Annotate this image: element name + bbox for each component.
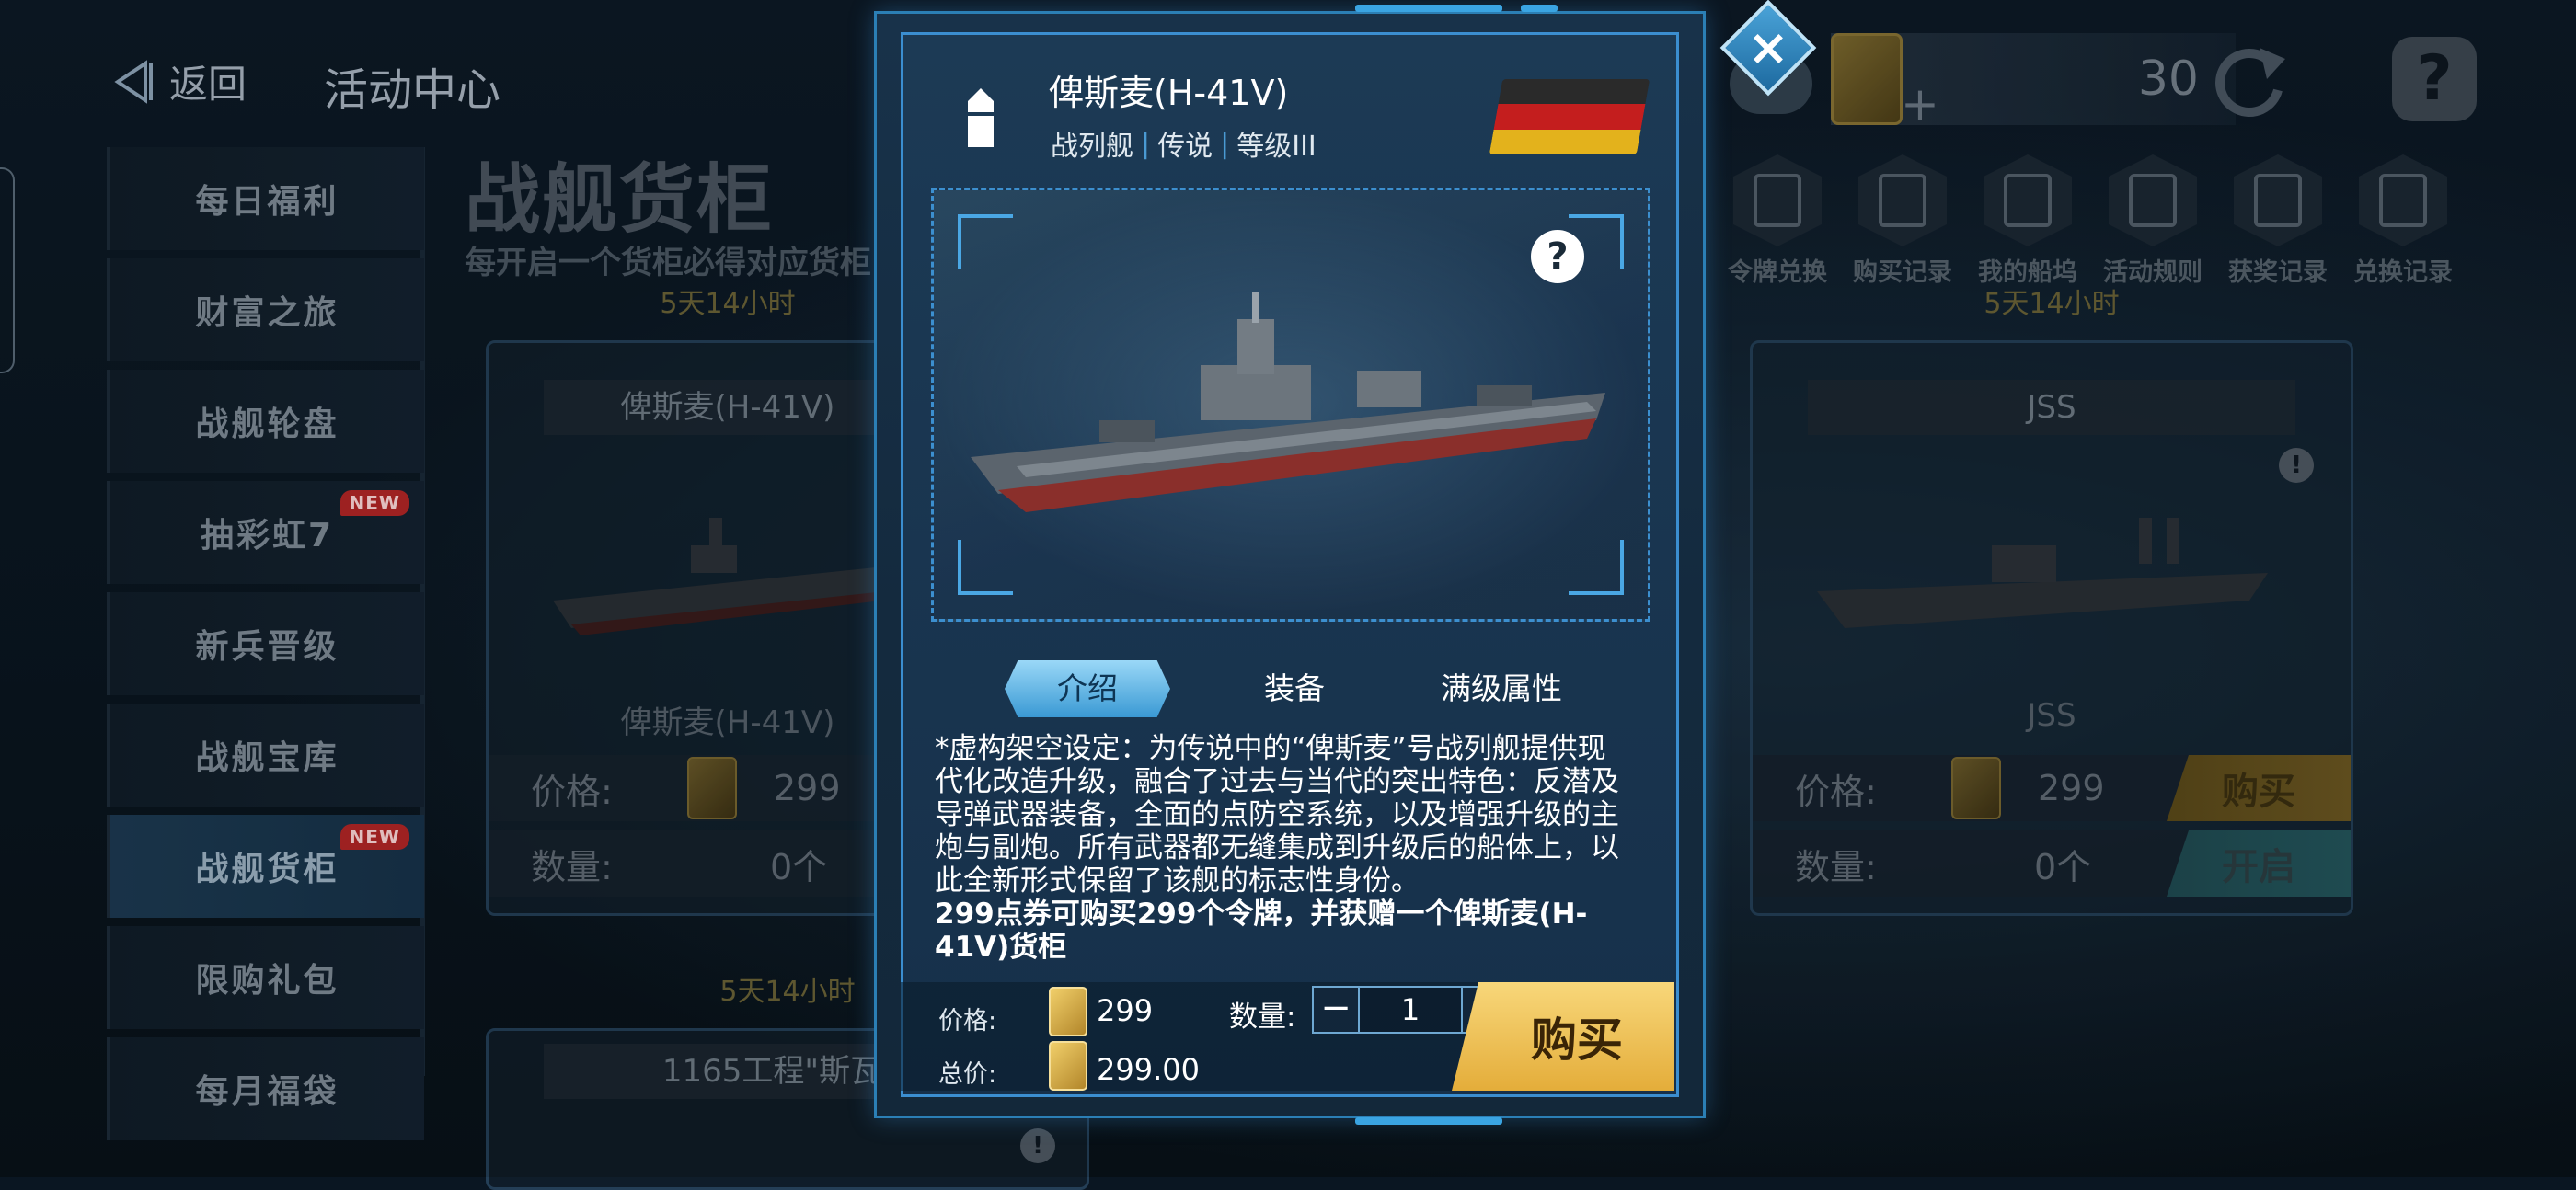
description-text: *虚构架空设定：为传说中的“俾斯麦”号战列舰提供现代化改造升级，融合了过去与当代… <box>935 732 1619 898</box>
offer-text: 299点券可购买299个令牌，并获赠一个俾斯麦(H-41V)货柜 <box>935 898 1588 964</box>
ship-tags: 战列舰 | 传说 | 等级III <box>1051 123 1317 164</box>
frame-decoration <box>1355 1117 1502 1125</box>
corner-bracket <box>958 214 1013 269</box>
token-coin-icon <box>1049 987 1087 1036</box>
corner-bracket <box>1569 540 1624 595</box>
ship-rarity-tag: 传说 <box>1157 131 1213 163</box>
ship-description: *虚构架空设定：为传说中的“俾斯麦”号战列舰提供现代化改造升级，融合了过去与当代… <box>935 732 1634 964</box>
price-value: 299 <box>1097 993 1154 1028</box>
corner-bracket <box>958 540 1013 595</box>
ship-image <box>971 292 1605 512</box>
close-button[interactable]: × <box>1719 0 1817 97</box>
total-value: 299.00 <box>1097 1052 1200 1087</box>
tab-max-attributes[interactable]: 满级属性 <box>1409 660 1593 717</box>
ship-class-tag: 战列舰 <box>1051 131 1133 163</box>
tag-separator: | <box>1141 127 1151 160</box>
decrease-button[interactable]: − <box>1312 986 1360 1034</box>
modal-tabs: 介绍 装备 满级属性 <box>1005 660 1593 717</box>
total-label: 总价: <box>938 1060 997 1089</box>
token-coin-icon <box>1049 1041 1087 1091</box>
ship-name: 俾斯麦(H-41V) <box>1049 73 1289 113</box>
buy-button[interactable]: 购买 <box>1452 982 1674 1091</box>
quantity-input[interactable]: 1 <box>1360 986 1461 1034</box>
tag-separator: | <box>1220 127 1230 160</box>
frame-decoration <box>1355 5 1502 12</box>
price-label: 价格: <box>938 1007 997 1036</box>
frame-decoration <box>1521 5 1558 12</box>
battleship-class-icon <box>968 88 994 147</box>
nation-flag-icon <box>1489 79 1650 154</box>
ship-tier-tag: 等级III <box>1236 131 1317 163</box>
tab-intro[interactable]: 介绍 <box>1005 660 1170 717</box>
preview-help-icon[interactable]: ? <box>1531 230 1584 283</box>
close-icon: × <box>1747 18 1789 76</box>
quantity-label: 数量: <box>1229 1001 1296 1034</box>
tab-equipment[interactable]: 装备 <box>1225 660 1363 717</box>
